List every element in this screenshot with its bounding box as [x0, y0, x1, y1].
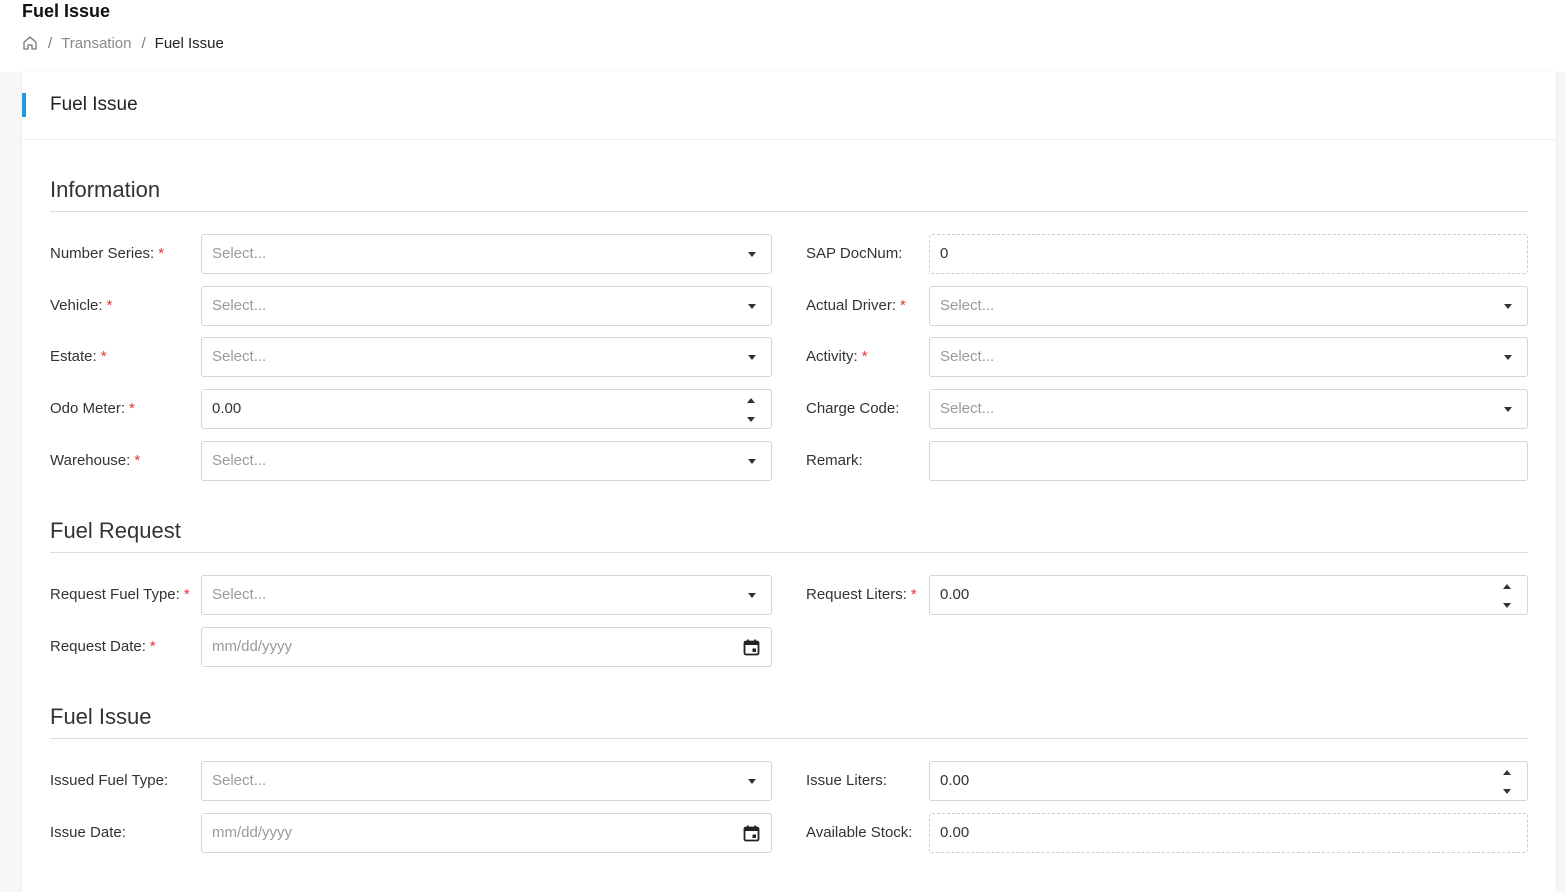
vehicle-label: Vehicle: * — [50, 297, 113, 314]
chevron-down-icon — [1504, 355, 1512, 360]
issue-date-input[interactable]: mm/dd/yyyy — [201, 813, 772, 853]
section-divider — [50, 552, 1528, 553]
card-title: Fuel Issue — [50, 94, 138, 115]
chevron-down-icon — [748, 779, 756, 784]
card-accent-bar — [22, 93, 26, 117]
chevron-down-icon — [748, 593, 756, 598]
number-stepper-icon[interactable] — [1503, 583, 1512, 609]
page-header: Fuel Issue / Transation / Fuel Issue — [0, 0, 1566, 72]
remark-label: Remark: — [806, 452, 863, 469]
activity-select[interactable]: Select... — [929, 337, 1528, 377]
request-date-input[interactable]: mm/dd/yyyy — [201, 627, 772, 667]
number-stepper-icon[interactable] — [1503, 769, 1512, 795]
section-title-information: Information — [50, 177, 161, 202]
request-date-label: Request Date: * — [50, 638, 156, 655]
available-stock-field: 0.00 — [929, 813, 1528, 853]
vehicle-select[interactable]: Select... — [201, 286, 772, 326]
breadcrumb-transation-link[interactable]: Transation — [61, 35, 131, 52]
actual-driver-label: Actual Driver: * — [806, 297, 906, 314]
odo-meter-label: Odo Meter: * — [50, 400, 135, 417]
actual-driver-select[interactable]: Select... — [929, 286, 1528, 326]
charge-code-select[interactable]: Select... — [929, 389, 1528, 429]
issued-fuel-type-select[interactable]: Select... — [201, 761, 772, 801]
estate-label: Estate: * — [50, 348, 107, 365]
section-divider — [50, 211, 1528, 212]
number-series-select[interactable]: Select... — [201, 234, 772, 274]
issue-date-label: Issue Date: — [50, 824, 126, 841]
breadcrumb: / Transation / Fuel Issue — [22, 34, 224, 52]
request-liters-label: Request Liters: * — [806, 586, 917, 603]
chevron-down-icon — [748, 252, 756, 257]
request-fuel-type-label: Request Fuel Type: * — [50, 586, 190, 603]
issue-liters-input[interactable]: 0.00 — [929, 761, 1528, 801]
fuel-issue-card: Fuel Issue Information Number Series: * S… — [22, 72, 1556, 892]
calendar-icon[interactable] — [743, 825, 760, 842]
charge-code-label: Charge Code: — [806, 400, 900, 417]
issued-fuel-type-label: Issued Fuel Type: — [50, 772, 169, 789]
sap-docnum-field: 0 — [929, 234, 1528, 274]
card-header: Fuel Issue — [22, 72, 1556, 140]
calendar-icon[interactable] — [743, 639, 760, 656]
issue-liters-label: Issue Liters: — [806, 772, 887, 789]
breadcrumb-separator: / — [48, 34, 53, 52]
request-liters-input[interactable]: 0.00 — [929, 575, 1528, 615]
chevron-down-icon — [748, 355, 756, 360]
chevron-down-icon — [748, 459, 756, 464]
available-stock-label: Available Stock: — [806, 824, 913, 841]
number-stepper-icon[interactable] — [747, 397, 756, 423]
breadcrumb-separator: / — [141, 34, 146, 52]
estate-select[interactable]: Select... — [201, 337, 772, 377]
warehouse-label: Warehouse: * — [50, 452, 141, 469]
page-title: Fuel Issue — [22, 1, 111, 21]
section-title-fuel-issue: Fuel Issue — [50, 704, 152, 729]
sap-docnum-label: SAP DocNum: — [806, 245, 903, 262]
activity-label: Activity: * — [806, 348, 868, 365]
section-title-fuel-request: Fuel Request — [50, 518, 181, 543]
chevron-down-icon — [748, 304, 756, 309]
chevron-down-icon — [1504, 407, 1512, 412]
remark-input[interactable] — [929, 441, 1528, 481]
chevron-down-icon — [1504, 304, 1512, 309]
section-divider — [50, 738, 1528, 739]
warehouse-select[interactable]: Select... — [201, 441, 772, 481]
breadcrumb-current: Fuel Issue — [154, 34, 224, 52]
request-fuel-type-select[interactable]: Select... — [201, 575, 772, 615]
home-icon[interactable] — [22, 35, 38, 51]
odo-meter-input[interactable]: 0.00 — [201, 389, 772, 429]
number-series-label: Number Series: * — [50, 245, 165, 262]
